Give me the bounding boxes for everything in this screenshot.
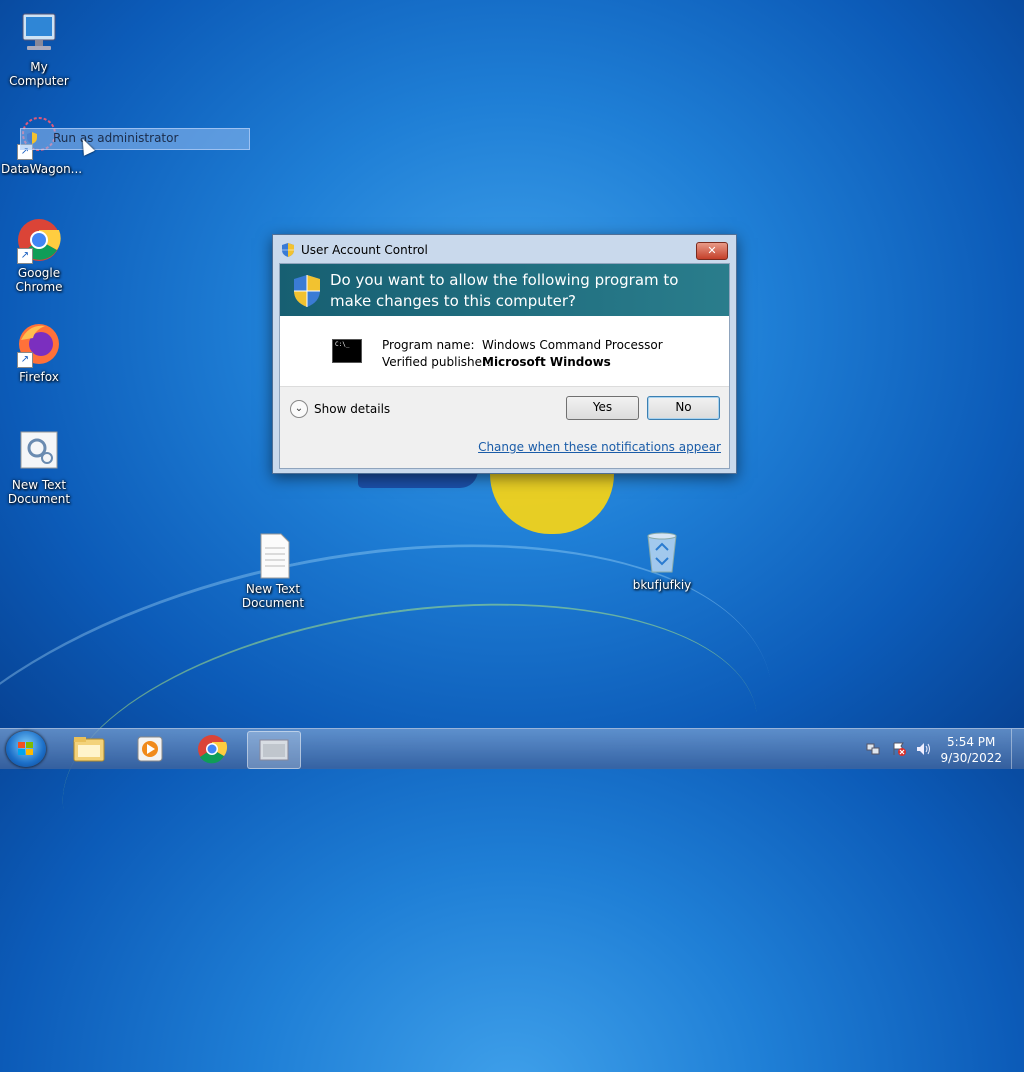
- chevron-down-icon[interactable]: ⌄: [290, 400, 308, 418]
- dialog-titlebar[interactable]: User Account Control ✕: [273, 235, 736, 261]
- taskbar-cmd-window[interactable]: [247, 731, 301, 769]
- icon-label: DataWagon...: [1, 162, 83, 176]
- program-info: C:\_ Program name: Windows Command Proce…: [280, 316, 729, 386]
- run-as-administrator-tooltip: Run as administrator: [20, 128, 250, 150]
- no-button[interactable]: No: [647, 396, 720, 420]
- command-prompt-icon: C:\_: [332, 339, 362, 363]
- show-desktop-button[interactable]: [1011, 729, 1024, 769]
- media-player-icon: [137, 736, 163, 762]
- computer-icon: [15, 10, 63, 58]
- dialog-title: User Account Control: [301, 243, 428, 257]
- desktop-icon-recycle-bin[interactable]: bkufjufkiy: [624, 528, 700, 592]
- details-bar: ⌄ Show details Yes No: [280, 386, 729, 432]
- shortcut-arrow-icon: ↗: [17, 248, 33, 264]
- windows-logo-icon: [18, 742, 33, 755]
- icon-label: Google Chrome: [15, 266, 63, 294]
- publisher-value: Microsoft Windows: [482, 355, 611, 369]
- icon-label: Firefox: [19, 370, 59, 384]
- shortcut-arrow-icon: ↗: [17, 352, 33, 368]
- icon-label: My Computer: [9, 60, 69, 88]
- run-as-label: Run as administrator: [53, 131, 179, 145]
- taskbar-file-explorer[interactable]: [64, 731, 116, 767]
- taskbar: 5:54 PM 9/30/2022: [0, 728, 1024, 769]
- show-details-toggle[interactable]: Show details: [314, 402, 390, 416]
- start-button[interactable]: [6, 731, 46, 767]
- settings-document-icon: [15, 428, 63, 476]
- taskbar-google-chrome[interactable]: [186, 731, 238, 767]
- desktop-icon-my-computer[interactable]: My Computer: [1, 10, 77, 88]
- uac-dialog: User Account Control ✕ Do you want to al…: [272, 234, 737, 474]
- yes-button[interactable]: Yes: [566, 396, 639, 420]
- desktop-icon-firefox[interactable]: ↗ Firefox: [1, 320, 77, 384]
- publisher-label: Verified publisher:: [382, 355, 491, 369]
- window-icon: [259, 739, 289, 761]
- action-center-flag-icon[interactable]: [891, 741, 907, 757]
- icon-label: New Text Document: [241, 582, 305, 610]
- chrome-icon: [198, 735, 228, 764]
- clock-date: 9/30/2022: [940, 751, 1002, 765]
- program-name-value: Windows Command Processor: [482, 338, 663, 352]
- recycle-bin-icon: [638, 528, 686, 576]
- network-icon[interactable]: [865, 741, 881, 757]
- icon-label: bkufjufkiy: [632, 578, 692, 592]
- clock-time: 5:54 PM: [947, 735, 996, 749]
- uac-shield-icon: [294, 275, 320, 307]
- text-document-icon: [249, 532, 297, 580]
- shield-icon: [27, 132, 37, 144]
- uac-question: Do you want to allow the following progr…: [330, 271, 679, 310]
- close-button[interactable]: ✕: [696, 242, 728, 260]
- desktop-icon-google-chrome[interactable]: ↗ Google Chrome: [1, 216, 77, 294]
- taskbar-media-player[interactable]: [124, 731, 176, 767]
- desktop-icon-new-text-document[interactable]: New Text Document: [1, 428, 77, 506]
- folder-icon: [73, 737, 105, 762]
- taskbar-clock[interactable]: 5:54 PM 9/30/2022: [940, 734, 1002, 766]
- uac-shield-icon: [282, 243, 294, 257]
- icon-label: New Text Document: [7, 478, 71, 506]
- program-name-label: Program name:: [382, 338, 475, 352]
- desktop-icon-new-text-document-2[interactable]: New Text Document: [235, 532, 311, 610]
- chrome-icon: ↗: [15, 216, 63, 264]
- wallpaper-logo-part: [490, 472, 614, 534]
- volume-icon[interactable]: [915, 741, 931, 757]
- change-notifications-link[interactable]: Change when these notifications appear: [478, 440, 721, 454]
- firefox-icon: ↗: [15, 320, 63, 368]
- dialog-body: Do you want to allow the following progr…: [279, 263, 730, 469]
- uac-banner: Do you want to allow the following progr…: [280, 264, 729, 316]
